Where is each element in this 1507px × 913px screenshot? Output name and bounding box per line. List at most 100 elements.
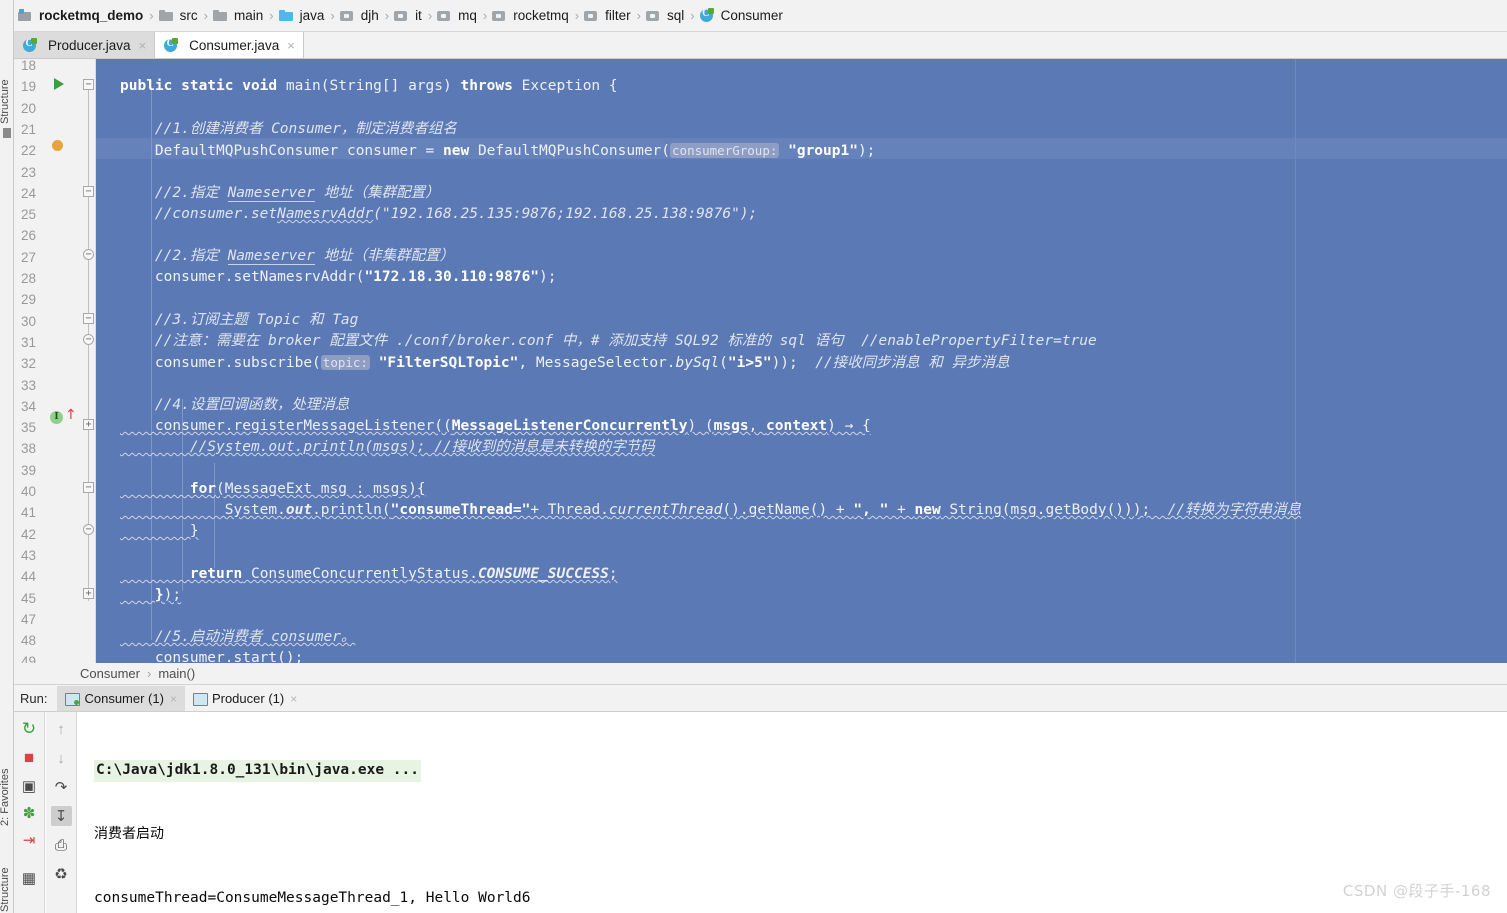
tab-bar-filler xyxy=(304,32,1507,58)
fold-toggle-icon[interactable]: − xyxy=(83,186,94,197)
line-number: 40 xyxy=(20,484,36,499)
fold-toggle-icon[interactable]: − xyxy=(83,313,94,324)
run-gutter-icon[interactable] xyxy=(54,78,64,90)
close-icon[interactable]: × xyxy=(287,38,295,53)
line-number: 19 xyxy=(20,79,36,95)
line-number: 35 xyxy=(20,420,36,436)
breadcrumb-class[interactable]: Consumer xyxy=(80,666,140,681)
breadcrumb-item-java[interactable]: java xyxy=(278,8,326,23)
java-class-icon: C xyxy=(699,8,715,23)
package-icon xyxy=(492,9,507,23)
trash-icon[interactable]: ♻ xyxy=(51,864,72,884)
up-arrow-icon[interactable]: ↑ xyxy=(51,719,72,739)
fold-toggle-icon[interactable]: − xyxy=(83,482,94,493)
run-tab-consumer[interactable]: Consumer (1) × xyxy=(57,686,185,711)
breadcrumb-label: mq xyxy=(458,8,477,23)
breadcrumb-item-rocketmq[interactable]: rocketmq xyxy=(492,8,570,23)
tab-consumer-java[interactable]: C Consumer.java × xyxy=(155,32,304,58)
line-number: 26 xyxy=(20,228,36,244)
fold-toggle-icon[interactable]: − xyxy=(83,524,94,535)
intention-bulb-icon[interactable] xyxy=(52,140,63,151)
fold-toggle-icon[interactable]: − xyxy=(83,79,94,90)
close-icon[interactable]: × xyxy=(139,38,147,53)
console-output[interactable]: C:\Java\jdk1.8.0_131\bin\java.exe ... 消费… xyxy=(78,712,1507,913)
line-number: 49 xyxy=(20,654,36,663)
down-arrow-icon[interactable]: ↓ xyxy=(51,748,72,768)
line-number: 24 xyxy=(20,185,36,201)
package-icon xyxy=(339,9,355,23)
line-number: 29 xyxy=(20,292,36,308)
method-breadcrumb: Consumer › main() xyxy=(14,663,1507,685)
breadcrumb-method[interactable]: main() xyxy=(158,666,195,681)
scroll-to-end-icon[interactable]: ↧ xyxy=(50,806,72,826)
line-number: 23 xyxy=(20,164,36,180)
breadcrumb-item-it[interactable]: it xyxy=(394,8,423,23)
breadcrumb-label: java xyxy=(299,8,325,23)
stop-icon[interactable]: ■ xyxy=(19,748,40,768)
line-number: 38 xyxy=(20,441,36,457)
breadcrumb-label: rocketmq xyxy=(513,8,569,23)
tab-producer-java[interactable]: C Producer.java × xyxy=(14,32,156,58)
fold-toggle-icon[interactable]: + xyxy=(83,419,94,430)
fold-toggle-icon[interactable]: + xyxy=(83,588,94,599)
debug-icon[interactable]: ✽ xyxy=(19,804,40,822)
breadcrumb-separator: › xyxy=(149,8,154,23)
run-tool-window-header: Run: Consumer (1) × Producer (1) × xyxy=(14,686,1507,712)
console-line: 消费者启动 xyxy=(94,826,164,843)
breadcrumb-item-mq[interactable]: mq xyxy=(437,8,478,23)
export-icon[interactable]: ⇥ xyxy=(19,831,40,849)
layout-icon[interactable]: ▦ xyxy=(19,869,40,887)
camera-icon[interactable]: ▣ xyxy=(19,777,40,795)
fold-toggle-icon[interactable]: − xyxy=(83,249,94,260)
sidebar-label-structure-bottom[interactable]: Structure xyxy=(0,842,13,912)
console-line-command: C:\Java\jdk1.8.0_131\bin\java.exe ... xyxy=(94,760,422,782)
breadcrumb-item-module[interactable]: rocketmq_demo xyxy=(18,8,144,23)
gutter-icon-column[interactable]: I ↑ xyxy=(40,59,82,663)
sidebar-label-favorites[interactable]: 2: Favorites xyxy=(0,744,13,826)
pin-icon[interactable]: ✒ xyxy=(19,907,40,913)
breadcrumb-label: rocketmq_demo xyxy=(39,8,144,23)
line-number: 22 xyxy=(20,143,36,159)
code-surface[interactable]: public static void main(String[] args) t… xyxy=(96,59,1507,663)
package-icon xyxy=(584,9,599,23)
java-class-icon: C xyxy=(164,37,179,53)
rerun-icon[interactable]: ↻ xyxy=(19,719,40,739)
sidebar-label-structure-top[interactable]: Structure xyxy=(0,34,13,124)
breadcrumb-label: src xyxy=(179,8,198,23)
run-actions-right: ↑ ↓ ↷ ↧ ⎙ ♻ xyxy=(46,712,77,913)
breadcrumb-item-src[interactable]: src xyxy=(158,8,199,23)
source-folder-icon xyxy=(278,9,294,23)
line-number: 27 xyxy=(20,249,36,265)
breadcrumb-item-sql[interactable]: sql xyxy=(646,8,685,23)
line-number: 45 xyxy=(20,590,36,606)
ide-window: Structure 2: Favorites Structure rocketm… xyxy=(0,0,1507,913)
breadcrumb-label: Consumer xyxy=(720,8,783,23)
line-number: 47 xyxy=(20,611,36,627)
breadcrumb: rocketmq_demo › src › main › java › djh … xyxy=(14,0,1507,32)
breadcrumb-item-consumer[interactable]: C Consumer xyxy=(699,8,784,23)
close-icon[interactable]: × xyxy=(290,692,297,706)
code-editor[interactable]: 18 19 20 21 22 23 24 25 26 27 28 29 30 31 32 33 34 35 38 39… xyxy=(14,59,1507,663)
breadcrumb-item-filter[interactable]: filter xyxy=(584,8,632,23)
breadcrumb-item-djh[interactable]: djh xyxy=(339,8,380,23)
breadcrumb-separator: › xyxy=(636,8,641,23)
breadcrumb-label: it xyxy=(415,8,422,23)
line-number: 32 xyxy=(20,356,36,372)
code-folding-column[interactable]: − − − − − + − − + xyxy=(82,59,96,663)
run-config-icon xyxy=(192,692,208,706)
print-icon[interactable]: ⎙ xyxy=(51,835,72,855)
run-tab-producer[interactable]: Producer (1) × xyxy=(184,686,306,711)
strip-marker xyxy=(3,128,11,138)
soft-wrap-icon[interactable]: ↷ xyxy=(51,777,72,797)
close-icon[interactable]: × xyxy=(170,692,177,706)
line-number-gutter: 18 19 20 21 22 23 24 25 26 27 28 29 30 31 32 33 34 35 38 39… xyxy=(14,59,40,663)
breadcrumb-label: djh xyxy=(360,8,379,23)
implementation-marker-icon[interactable]: I xyxy=(50,411,63,424)
breadcrumb-separator: › xyxy=(574,8,580,23)
line-number: 20 xyxy=(20,100,36,116)
package-icon xyxy=(437,9,452,23)
fold-toggle-icon[interactable]: − xyxy=(83,334,94,345)
left-tool-strip: Structure 2: Favorites Structure xyxy=(0,0,14,913)
breadcrumb-label: filter xyxy=(605,8,631,23)
breadcrumb-item-main[interactable]: main xyxy=(212,8,264,23)
